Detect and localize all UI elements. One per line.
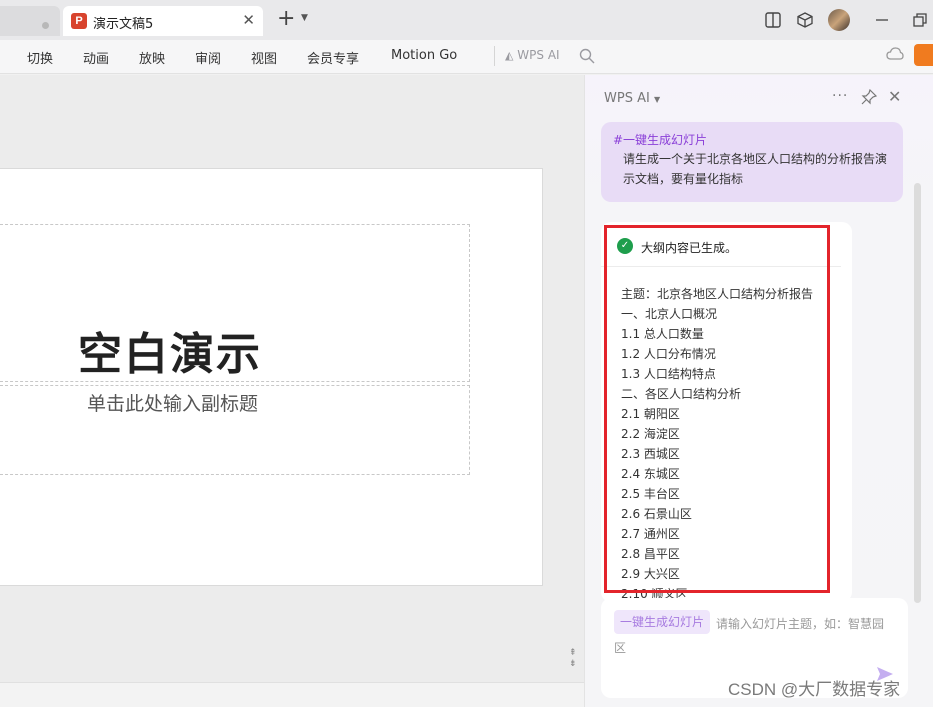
menu-view[interactable]: 视图 [251,48,277,67]
search-icon[interactable] [579,48,595,64]
menu-motion-go[interactable]: Motion Go [391,48,457,63]
menu-member[interactable]: 会员专享 [307,48,359,67]
slide-subtitle[interactable]: 单击此处输入副标题 [0,389,345,416]
chevron-down-icon: ▼ [653,95,661,104]
menu-slideshow[interactable]: 放映 [139,48,165,67]
tab-inactive[interactable] [0,6,60,36]
cloud-icon[interactable] [886,46,904,62]
menu-review[interactable]: 审阅 [195,48,221,67]
tab-bar: P 演示文稿5 ✕ + ▼ [0,0,933,40]
cube-icon[interactable] [796,11,814,29]
page-scroll-arrows-icon[interactable]: ⇞ ⇟ [569,648,577,670]
share-button[interactable] [914,44,933,66]
watermark: CSDN @大厂数据专家 [728,680,901,699]
menu-animation[interactable]: 动画 [83,48,109,67]
menu-bar: 切换 动画 放映 审阅 视图 会员专享 Motion Go ◭ WPS AI [0,40,933,74]
chevron-down-icon[interactable]: ▼ [301,13,308,23]
user-prompt-bubble: #一键生成幻灯片 请生成一个关于北京各地区人口结构的分析报告演示文档，要有量化指… [601,122,903,202]
avatar[interactable] [828,9,850,31]
tab-close-icon[interactable]: ✕ [242,11,255,29]
close-icon[interactable]: ✕ [888,87,901,106]
ai-panel-title-label: WPS AI [604,91,650,106]
tab-dot-icon [42,22,49,29]
highlight-box [604,225,830,593]
input-mode-chip[interactable]: 一键生成幻灯片 [614,610,711,634]
prompt-tag[interactable]: #一键生成幻灯片 [613,131,891,149]
menu-transition[interactable]: 切换 [27,48,53,67]
prompt-text: 请生成一个关于北京各地区人口结构的分析报告演示文档，要有量化指标 [623,152,888,186]
pin-icon[interactable] [861,89,877,105]
menu-wps-ai-label: WPS AI [517,48,560,62]
more-options-icon[interactable]: ··· [832,88,848,104]
tab-document[interactable]: P 演示文稿5 ✕ [63,6,263,36]
status-bar [0,682,584,707]
sidebar-layout-icon[interactable] [764,11,782,29]
restore-window-icon[interactable] [911,11,929,29]
presentation-logo-icon: P [71,13,87,29]
tab-title: 演示文稿5 [93,17,154,32]
menu-divider [494,46,495,66]
panel-scrollbar[interactable] [914,183,921,603]
wps-ai-logo-icon: ◭ [505,49,514,62]
slide-title[interactable]: 空白演示 [0,318,340,382]
minimize-icon[interactable] [873,11,891,29]
ai-panel-title[interactable]: WPS AI ▼ [604,91,660,106]
menu-wps-ai[interactable]: ◭ WPS AI [505,48,560,62]
new-tab-plus-icon[interactable]: + [277,8,295,30]
